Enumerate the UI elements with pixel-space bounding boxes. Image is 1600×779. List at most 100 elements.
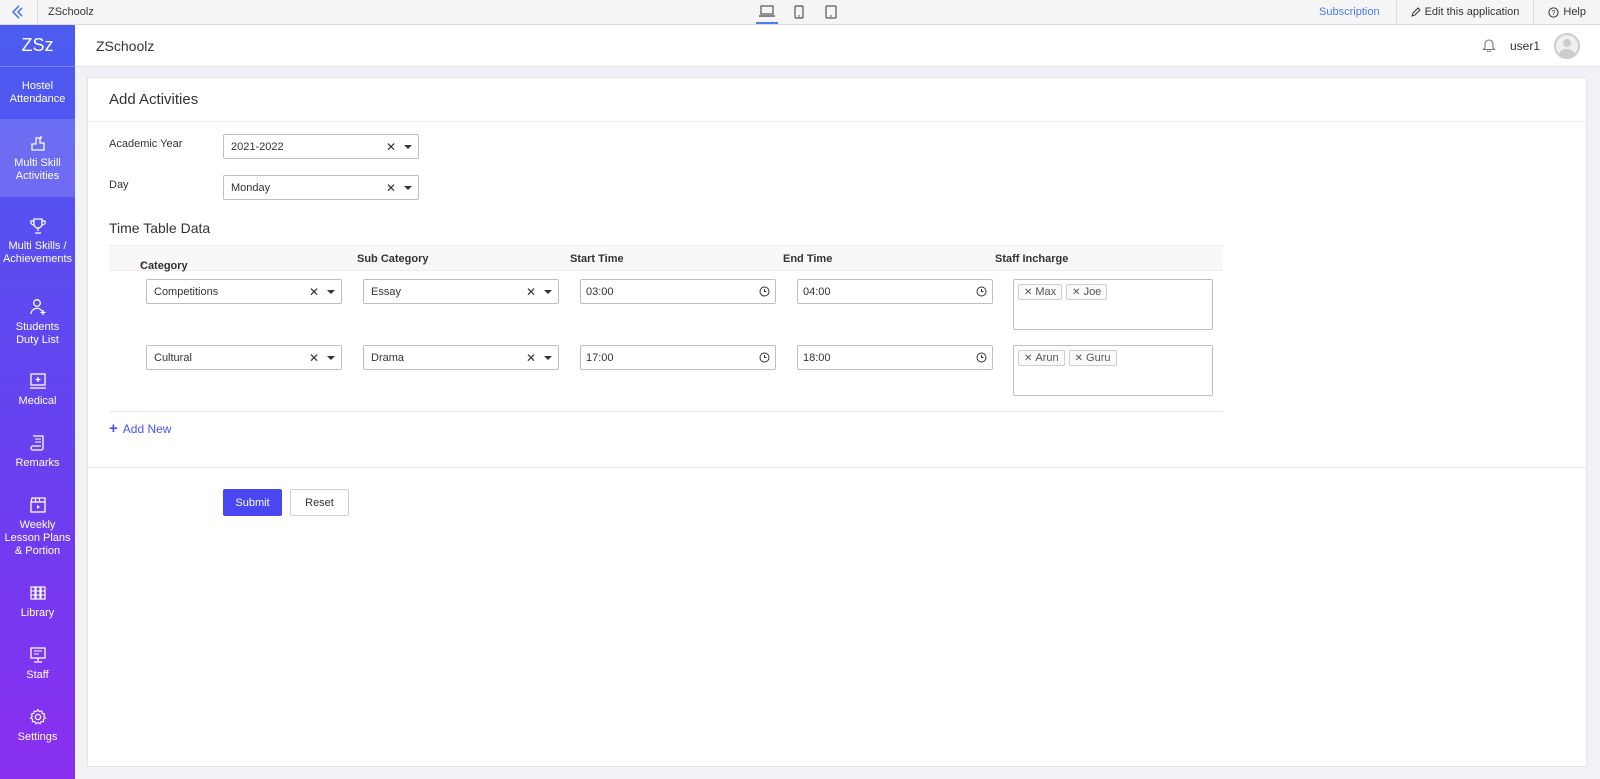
reset-button[interactable]: Reset — [290, 489, 349, 516]
clock-icon[interactable] — [753, 286, 775, 297]
monitor-icon — [29, 647, 46, 663]
sidebar-item-label: Weekly Lesson Plans & Portion — [4, 519, 71, 557]
column-start-time: Start Time — [570, 253, 624, 265]
sub-category-value: Drama — [371, 351, 405, 364]
chevron-down-icon[interactable] — [398, 144, 418, 149]
help-button[interactable]: ? Help — [1533, 0, 1600, 24]
clear-icon[interactable]: ✕ — [384, 181, 398, 195]
staff-tag: ✕ Max — [1018, 284, 1063, 300]
table-divider — [109, 411, 1223, 412]
top-bar: ZSchoolz Subscription Edit this applicat… — [0, 0, 1600, 25]
category-value: Cultural — [154, 351, 192, 364]
bell-icon[interactable] — [1482, 37, 1496, 55]
sub-category-select[interactable]: Essay ✕ — [363, 279, 559, 304]
help-icon: ? — [1548, 6, 1559, 18]
sidebar-item-settings[interactable]: Settings — [0, 695, 75, 757]
remove-tag-icon[interactable]: ✕ — [1024, 353, 1032, 364]
sidebar-item-label: Remarks — [15, 457, 60, 469]
staff-incharge-multiselect[interactable]: ✕ Arun ✕ Guru — [1013, 345, 1213, 396]
mobile-icon[interactable] — [788, 0, 810, 24]
user-name[interactable]: user1 — [1510, 39, 1540, 53]
chevron-down-icon[interactable] — [538, 355, 558, 360]
clear-icon[interactable]: ✕ — [307, 351, 321, 365]
category-select[interactable]: Competitions ✕ — [146, 279, 342, 304]
form-title: Add Activities — [88, 78, 1586, 122]
submit-button[interactable]: Submit — [223, 489, 282, 516]
avatar[interactable] — [1554, 33, 1580, 59]
trophy-icon — [29, 217, 46, 234]
subscription-link[interactable]: Subscription — [1303, 6, 1396, 18]
remove-tag-icon[interactable]: ✕ — [1072, 287, 1080, 298]
staff-tag: ✕ Joe — [1066, 284, 1108, 300]
creator-logo-icon[interactable] — [0, 0, 38, 24]
sidebar-item-medical[interactable]: Medical — [0, 359, 75, 421]
academic-year-select[interactable]: 2021-2022 ✕ — [223, 134, 419, 159]
start-time-input[interactable]: 03:00 — [580, 279, 776, 304]
staff-incharge-multiselect[interactable]: ✕ Max ✕ Joe — [1013, 279, 1213, 330]
edit-application-label: Edit this application — [1424, 6, 1520, 18]
medical-icon — [29, 373, 46, 389]
svg-text:?: ? — [1552, 10, 1556, 17]
category-value: Competitions — [154, 285, 219, 298]
sub-category-select[interactable]: Drama ✕ — [363, 345, 559, 370]
chevron-down-icon[interactable] — [321, 355, 341, 360]
staff-tag-label: Arun — [1035, 352, 1059, 364]
add-new-label: Add New — [122, 421, 172, 436]
chevron-down-icon[interactable] — [538, 289, 558, 294]
clear-icon[interactable]: ✕ — [307, 285, 321, 299]
end-time-input[interactable]: 18:00 — [797, 345, 993, 370]
staff-tag: ✕ Arun — [1018, 350, 1065, 366]
sidebar-item-weekly-lesson-plans[interactable]: Weekly Lesson Plans & Portion — [0, 483, 75, 571]
add-new-row-button[interactable]: + Add New — [109, 420, 171, 437]
edit-application-button[interactable]: Edit this application — [1395, 0, 1534, 24]
academic-year-label: Academic Year — [109, 138, 183, 150]
tablet-icon[interactable] — [820, 0, 842, 24]
time-table-header: * Category Sub Category Start Time End Ti… — [109, 245, 1223, 272]
gear-icon — [29, 708, 46, 725]
app-name: ZSchoolz — [48, 6, 94, 18]
clock-icon[interactable] — [753, 352, 775, 363]
staff-tag-label: Joe — [1083, 286, 1102, 298]
sidebar-item-label: Multi Skill Activities — [14, 156, 61, 182]
scroll-icon — [29, 435, 44, 451]
remove-tag-icon[interactable]: ✕ — [1075, 353, 1083, 364]
clock-icon[interactable] — [970, 352, 992, 363]
staff-tag: ✕ Guru — [1068, 350, 1117, 366]
sidebar-item-staff[interactable]: Staff — [0, 633, 75, 695]
day-value: Monday — [231, 181, 271, 194]
brand-logo[interactable]: ZSz — [0, 25, 75, 67]
sidebar-item-multi-skill-activities[interactable]: Multi Skill Activities — [0, 119, 75, 197]
sidebar-item-remarks[interactable]: Remarks — [0, 421, 75, 483]
sub-category-value: Essay — [371, 285, 401, 298]
column-category-label: Category — [140, 260, 188, 272]
clear-icon[interactable]: ✕ — [524, 285, 538, 299]
start-time-input[interactable]: 17:00 — [580, 345, 776, 370]
sidebar-item-label: Medical — [18, 395, 57, 407]
sidebar-item-library[interactable]: Library — [0, 571, 75, 633]
device-switch — [756, 0, 842, 24]
end-time-input[interactable]: 04:00 — [797, 279, 993, 304]
plus-icon: + — [109, 420, 118, 437]
clear-icon[interactable]: ✕ — [524, 351, 538, 365]
day-select[interactable]: Monday ✕ — [223, 175, 419, 200]
day-label: Day — [109, 179, 129, 191]
remove-tag-icon[interactable]: ✕ — [1024, 287, 1032, 298]
end-time-value: 04:00 — [803, 285, 831, 298]
sidebar-item-hostel-attendance[interactable]: Hostel Attendance — [0, 67, 75, 119]
sidebar-item-multi-skills-achievements[interactable]: Multi Skills / Achievements — [0, 197, 75, 285]
chevron-down-icon[interactable] — [321, 289, 341, 294]
clear-icon[interactable]: ✕ — [384, 140, 398, 154]
time-table-section-title: Time Table Data — [109, 220, 211, 236]
category-select[interactable]: Cultural ✕ — [146, 345, 342, 370]
chevron-down-icon[interactable] — [398, 185, 418, 190]
column-end-time: End Time — [783, 253, 833, 265]
laptop-icon[interactable] — [756, 0, 778, 24]
end-time-value: 18:00 — [803, 351, 831, 364]
sidebar-item-students-duty-list[interactable]: Students Duty List — [0, 285, 75, 359]
activity-icon — [30, 135, 45, 151]
header-title: ZSchoolz — [96, 37, 155, 54]
staff-tag-label: Guru — [1086, 352, 1111, 364]
sidebar-item-label: Students Duty List — [15, 320, 60, 346]
clock-icon[interactable] — [970, 286, 992, 297]
start-time-value: 17:00 — [586, 351, 614, 364]
